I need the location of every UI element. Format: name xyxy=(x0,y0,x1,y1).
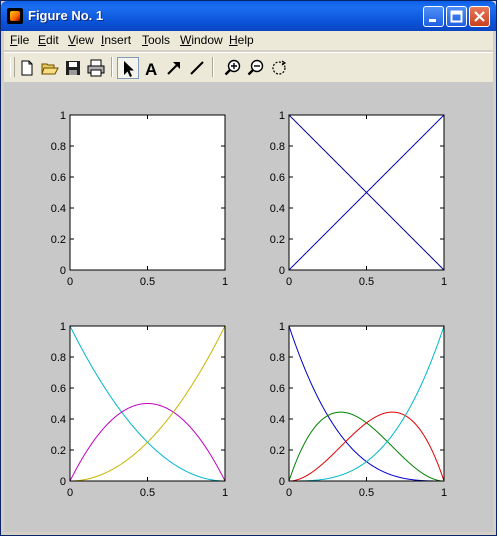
insert-text-button[interactable]: A xyxy=(140,57,162,79)
axes-4-ytick-label: 0 xyxy=(279,476,285,488)
axes-4-ytick-label: 0.4 xyxy=(270,414,285,426)
axes-4-ytick-label: 0.6 xyxy=(270,383,285,395)
zoom-in-button[interactable] xyxy=(222,57,244,79)
axes-1-ytick-label: 0.2 xyxy=(51,234,66,246)
menu-help[interactable]: Help xyxy=(229,33,254,47)
maximize-icon xyxy=(450,10,463,23)
axes-2-xtick-label: 0.5 xyxy=(359,276,374,288)
axes-2-xtick-label: 0 xyxy=(286,276,292,288)
insert-line-button[interactable] xyxy=(186,57,208,79)
axes-1-xtick-label: 0.5 xyxy=(140,276,155,288)
matlab-app-icon[interactable] xyxy=(7,8,23,24)
menu-bar: File Edit View Insert Tools Window Help xyxy=(4,31,493,50)
axes-4-xtick-label: 0 xyxy=(286,487,292,499)
axes-2-ytick-label: 0 xyxy=(279,265,285,277)
axes-4-ytick-label: 1 xyxy=(279,321,285,333)
save-button[interactable] xyxy=(62,57,84,79)
minimize-button[interactable] xyxy=(423,6,444,27)
axes-1-ytick-label: 0.4 xyxy=(51,203,66,215)
insert-text-icon: A xyxy=(145,60,157,77)
figure-canvas[interactable]: 0 0.2 0.4 0.6 0.8 1 0 0.5 1 0 0.2 0.4 0.6 0.8 1 0 0.5 1 0 0… xyxy=(4,82,493,532)
figure-window: Figure No. 1 File Edit View Insert Tools… xyxy=(0,0,497,536)
axes-4-xtick-label: 0.5 xyxy=(359,487,374,499)
print-button[interactable] xyxy=(85,57,107,79)
axes-4-ytick-label: 0.8 xyxy=(270,352,285,364)
open-file-button[interactable] xyxy=(39,57,61,79)
window-title: Figure No. 1 xyxy=(28,8,104,23)
axes-3-xtick-label: 0 xyxy=(67,487,73,499)
edit-plot-button[interactable] xyxy=(117,57,139,79)
axes-4-background xyxy=(289,326,444,481)
plots-svg: 00.20.40.60.810 0.5 100.20.40.60.810 0.5 100… xyxy=(51,110,447,499)
axes-1-background xyxy=(70,115,225,270)
zoom-out-button[interactable] xyxy=(245,57,267,79)
axes-4-ytick-label: 0.2 xyxy=(270,445,285,457)
title-bar[interactable]: Figure No. 1 xyxy=(1,1,496,31)
menu-view[interactable]: View xyxy=(68,33,94,47)
menu-file[interactable]: File xyxy=(10,33,29,47)
axes-4-xtick-label: 1 xyxy=(441,487,447,499)
menu-insert[interactable]: Insert xyxy=(101,33,131,47)
axes-3-ytick-label: 1 xyxy=(60,321,66,333)
close-button[interactable] xyxy=(469,6,490,27)
axes-2-ytick-label: 0.4 xyxy=(270,203,285,215)
toolbar-grip[interactable] xyxy=(10,57,15,77)
print-icon xyxy=(87,59,105,77)
axes-2-xtick-label: 1 xyxy=(441,276,447,288)
axes-2-ytick-label: 0.8 xyxy=(270,141,285,153)
menu-edit[interactable]: Edit xyxy=(38,33,59,47)
menu-tools[interactable]: Tools xyxy=(142,33,170,47)
axes-3-ytick-label: 0.4 xyxy=(51,414,66,426)
maximize-button[interactable] xyxy=(446,6,467,27)
rotate-3d-button[interactable] xyxy=(268,57,290,79)
new-figure-icon xyxy=(21,60,33,76)
select-arrow-icon xyxy=(124,61,134,77)
toolbar-separator xyxy=(212,57,214,77)
axes-1-ytick-label: 0.8 xyxy=(51,141,66,153)
menu-window[interactable]: Window xyxy=(180,33,223,47)
svg-text:A: A xyxy=(145,60,157,77)
axes-2-ytick-label: 0.6 xyxy=(270,172,285,184)
insert-arrow-button[interactable] xyxy=(163,57,185,79)
axes-1-ytick-label: 1 xyxy=(60,110,66,122)
axes-1-ytick-label: 0 xyxy=(60,265,66,277)
zoom-in-icon xyxy=(224,59,241,76)
zoom-out-icon xyxy=(247,59,264,76)
toolbar-separator xyxy=(111,57,113,77)
insert-arrow-icon xyxy=(167,62,180,75)
minimize-icon xyxy=(429,19,436,22)
axes-1-ytick-label: 0.6 xyxy=(51,172,66,184)
rotate-icon xyxy=(272,60,287,75)
open-folder-icon xyxy=(41,63,59,75)
axes-1-xtick-label: 0 xyxy=(67,276,73,288)
axes-3-ytick-label: 0.6 xyxy=(51,383,66,395)
save-icon xyxy=(66,61,80,75)
new-figure-button[interactable] xyxy=(16,57,38,79)
axes-3-xtick-label: 1 xyxy=(222,487,228,499)
close-icon xyxy=(474,11,485,22)
axes-3-xtick-label: 0.5 xyxy=(140,487,155,499)
axes-3-ytick-label: 0.2 xyxy=(51,445,66,457)
axes-3-ytick-label: 0 xyxy=(60,476,66,488)
insert-line-icon xyxy=(190,61,204,75)
axes-2-ytick-label: 1 xyxy=(279,110,285,122)
axes-2-ytick-label: 0.2 xyxy=(270,234,285,246)
axes-1-xtick-label: 1 xyxy=(222,276,228,288)
figure-toolbar: A xyxy=(4,52,493,83)
axes-3-ytick-label: 0.8 xyxy=(51,352,66,364)
